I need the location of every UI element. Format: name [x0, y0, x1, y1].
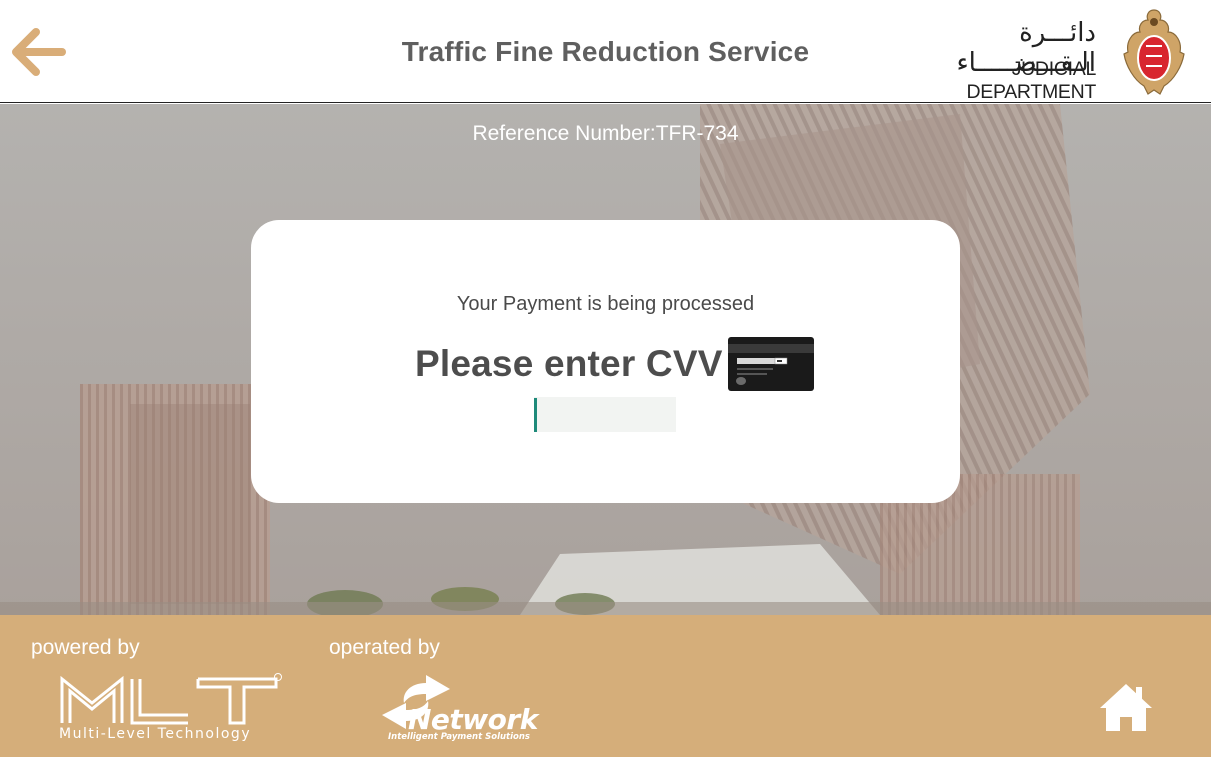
- reference-number: Reference Number:TFR-734: [0, 122, 1211, 146]
- home-button[interactable]: [1098, 681, 1154, 733]
- card-back-cvv-icon: [727, 337, 814, 391]
- cvv-prompt: Please enter CVV: [415, 343, 723, 384]
- powered-by-label: powered by: [31, 636, 140, 659]
- reference-label: Reference Number:: [472, 122, 656, 145]
- cvv-input[interactable]: [534, 397, 676, 432]
- app-header: Traffic Fine Reduction Service دائـــرة …: [0, 0, 1211, 103]
- cvv-prompt-row: Please enter CVV: [415, 336, 815, 392]
- payment-status-text: Your Payment is being processed: [456, 293, 755, 315]
- text-caret: [534, 398, 537, 432]
- falcon-emblem-icon: [1123, 9, 1185, 95]
- cvv-dialog: Your Payment is being processed Please e…: [251, 220, 960, 503]
- home-icon: [1100, 684, 1152, 731]
- operated-by-label: operated by: [329, 636, 440, 659]
- app-footer: powered by operated by Multi-Level Techn…: [0, 615, 1211, 757]
- network-tagline: Intelligent Payment Solutions: [388, 732, 530, 742]
- main-content: Reference Number:TFR-734 Your Payment is…: [0, 104, 1211, 615]
- reference-value: TFR-734: [655, 122, 739, 145]
- department-name-english: JUDICIAL DEPARTMENT: [966, 58, 1096, 103]
- mlt-tagline: Multi-Level Technology: [59, 726, 252, 742]
